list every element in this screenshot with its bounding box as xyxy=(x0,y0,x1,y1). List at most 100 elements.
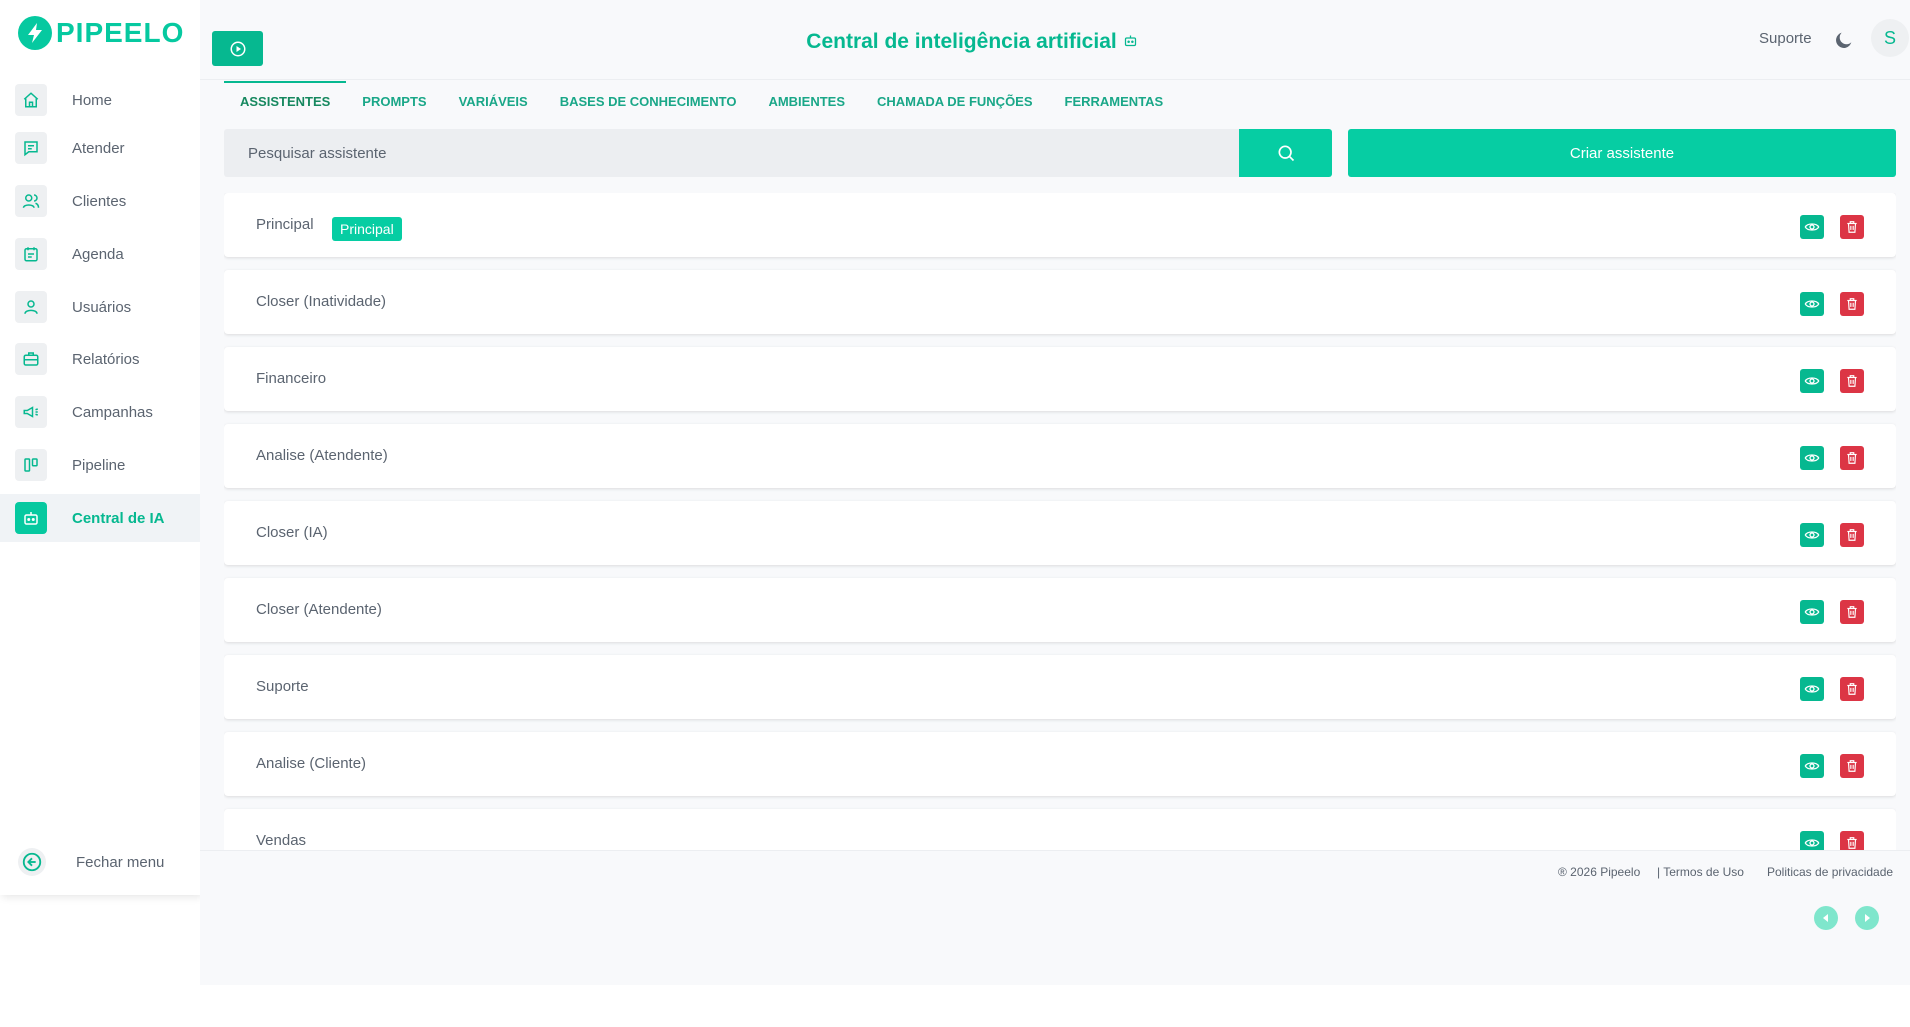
logo-bolt-icon xyxy=(18,16,52,50)
eye-icon xyxy=(1804,454,1820,462)
search-box xyxy=(224,129,1239,177)
tab-variaveis[interactable]: VARIÁVEIS xyxy=(443,81,544,121)
primary-badge: Principal xyxy=(332,217,402,241)
sidebar-item-label: Pipeline xyxy=(72,456,126,474)
privacy-link[interactable]: Politicas de privacidade xyxy=(1767,865,1893,879)
delete-button[interactable] xyxy=(1840,523,1864,547)
trash-icon xyxy=(1847,760,1857,772)
view-button[interactable] xyxy=(1800,600,1824,624)
avatar[interactable]: S xyxy=(1871,19,1909,57)
eye-icon xyxy=(1804,839,1820,847)
sidebar-item-label: Usuários xyxy=(72,298,132,316)
sidebar-item-central-ia[interactable]: Central de IA xyxy=(0,494,200,542)
delete-button[interactable] xyxy=(1840,677,1864,701)
sidebar-item-relatorios[interactable]: Relatórios xyxy=(0,335,200,383)
sidebar-item-pipeline[interactable]: Pipeline xyxy=(0,441,200,489)
tab-assistentes[interactable]: ASSISTENTES xyxy=(224,81,347,121)
trash-icon xyxy=(1847,298,1857,310)
page-title-text: Central de inteligência artificial xyxy=(806,30,1117,53)
trash-icon xyxy=(1847,452,1857,464)
next-page-button[interactable] xyxy=(1855,906,1879,930)
message-icon xyxy=(15,132,47,164)
sidebar-item-usuarios[interactable]: Usuários xyxy=(0,283,200,331)
close-menu-button[interactable]: Fechar menu xyxy=(0,838,200,886)
moon-icon[interactable] xyxy=(1833,29,1855,51)
eye-icon xyxy=(1804,608,1820,616)
delete-button[interactable] xyxy=(1840,292,1864,316)
view-button[interactable] xyxy=(1800,215,1824,239)
robot-icon xyxy=(1123,30,1138,54)
previous-page-button[interactable] xyxy=(1814,906,1838,930)
brand-name: PIPEELO xyxy=(56,17,185,48)
calendar-icon xyxy=(15,238,47,270)
eye-icon xyxy=(1804,377,1820,385)
sidebar-item-label: Agenda xyxy=(72,245,124,263)
eye-icon xyxy=(1804,300,1820,308)
support-link[interactable]: Suporte xyxy=(1759,30,1812,47)
list-item: Closer (Inatividade) xyxy=(224,270,1896,334)
view-button[interactable] xyxy=(1800,446,1824,470)
eye-icon xyxy=(1804,223,1820,231)
terms-link[interactable]: | Termos de Uso xyxy=(1657,865,1744,879)
list-item: Closer (IA) xyxy=(224,501,1896,565)
tab-ferramentas[interactable]: FERRAMENTAS xyxy=(1049,81,1180,121)
main-content: Central de inteligência artificial Supor… xyxy=(200,0,1910,985)
app-root: PIPEELO Home Atender Clientes Agenda Usu… xyxy=(0,0,1910,1027)
sidebar-item-label: Campanhas xyxy=(72,403,153,421)
caret-right-icon xyxy=(1865,914,1870,922)
assistant-list[interactable]: Principal Principal Closer (Inatividade)… xyxy=(224,193,1896,850)
arrow-left-circle-icon xyxy=(18,848,46,876)
delete-button[interactable] xyxy=(1840,446,1864,470)
eye-icon xyxy=(1804,531,1820,539)
view-button[interactable] xyxy=(1800,369,1824,393)
tab-chamada-de-funcoes[interactable]: CHAMADA DE FUNÇÕES xyxy=(861,81,1049,121)
trash-icon xyxy=(1847,375,1857,387)
tab-ambientes[interactable]: AMBIENTES xyxy=(752,81,861,121)
search-input[interactable] xyxy=(224,129,1239,177)
view-button[interactable] xyxy=(1800,292,1824,316)
assistant-name: Vendas xyxy=(256,832,307,849)
delete-button[interactable] xyxy=(1840,600,1864,624)
eye-icon xyxy=(1804,762,1820,770)
view-button[interactable] xyxy=(1800,831,1824,850)
caret-left-icon xyxy=(1823,914,1828,922)
sidebar-item-atender[interactable]: Atender xyxy=(0,124,200,172)
megaphone-icon xyxy=(15,396,47,428)
delete-button[interactable] xyxy=(1840,369,1864,393)
brand-logo[interactable]: PIPEELO xyxy=(18,15,184,51)
close-menu-label: Fechar menu xyxy=(76,853,165,871)
briefcase-icon xyxy=(15,343,47,375)
assistant-name: Financeiro xyxy=(256,370,327,387)
trash-icon xyxy=(1847,529,1857,541)
page-footer: ® 2026 Pipeelo | Termos de Uso Politicas… xyxy=(200,850,1910,890)
view-button[interactable] xyxy=(1800,754,1824,778)
assistant-name: Suporte xyxy=(256,678,309,695)
sidebar-item-label: Home xyxy=(72,91,113,109)
tab-bases-de-conhecimento[interactable]: BASES DE CONHECIMENTO xyxy=(544,81,753,121)
page-title: Central de inteligência artificial xyxy=(200,30,1744,54)
view-button[interactable] xyxy=(1800,523,1824,547)
assistant-name: Analise (Cliente) xyxy=(256,755,367,772)
sidebar-item-clientes[interactable]: Clientes xyxy=(0,177,200,225)
search-button[interactable] xyxy=(1239,129,1332,177)
tab-bar: ASSISTENTES PROMPTS VARIÁVEIS BASES DE C… xyxy=(224,81,1179,121)
eye-icon xyxy=(1804,685,1820,693)
sidebar-item-campanhas[interactable]: Campanhas xyxy=(0,388,200,436)
sidebar-item-home[interactable]: Home xyxy=(0,76,200,124)
delete-button[interactable] xyxy=(1840,831,1864,850)
view-button[interactable] xyxy=(1800,677,1824,701)
tab-prompts[interactable]: PROMPTS xyxy=(346,81,442,121)
delete-button[interactable] xyxy=(1840,215,1864,239)
home-icon xyxy=(15,84,47,116)
list-item: Closer (Atendente) xyxy=(224,578,1896,642)
create-assistant-button[interactable]: Criar assistente xyxy=(1348,129,1896,177)
users-icon xyxy=(15,185,47,217)
assistant-name: Principal xyxy=(256,216,314,233)
sidebar-item-agenda[interactable]: Agenda xyxy=(0,230,200,278)
list-item: Analise (Cliente) xyxy=(224,732,1896,796)
sidebar: PIPEELO Home Atender Clientes Agenda Usu… xyxy=(0,0,200,895)
search-icon xyxy=(1278,145,1294,162)
delete-button[interactable] xyxy=(1840,754,1864,778)
sidebar-item-label: Clientes xyxy=(72,192,127,210)
sidebar-item-label: Relatórios xyxy=(72,350,140,368)
